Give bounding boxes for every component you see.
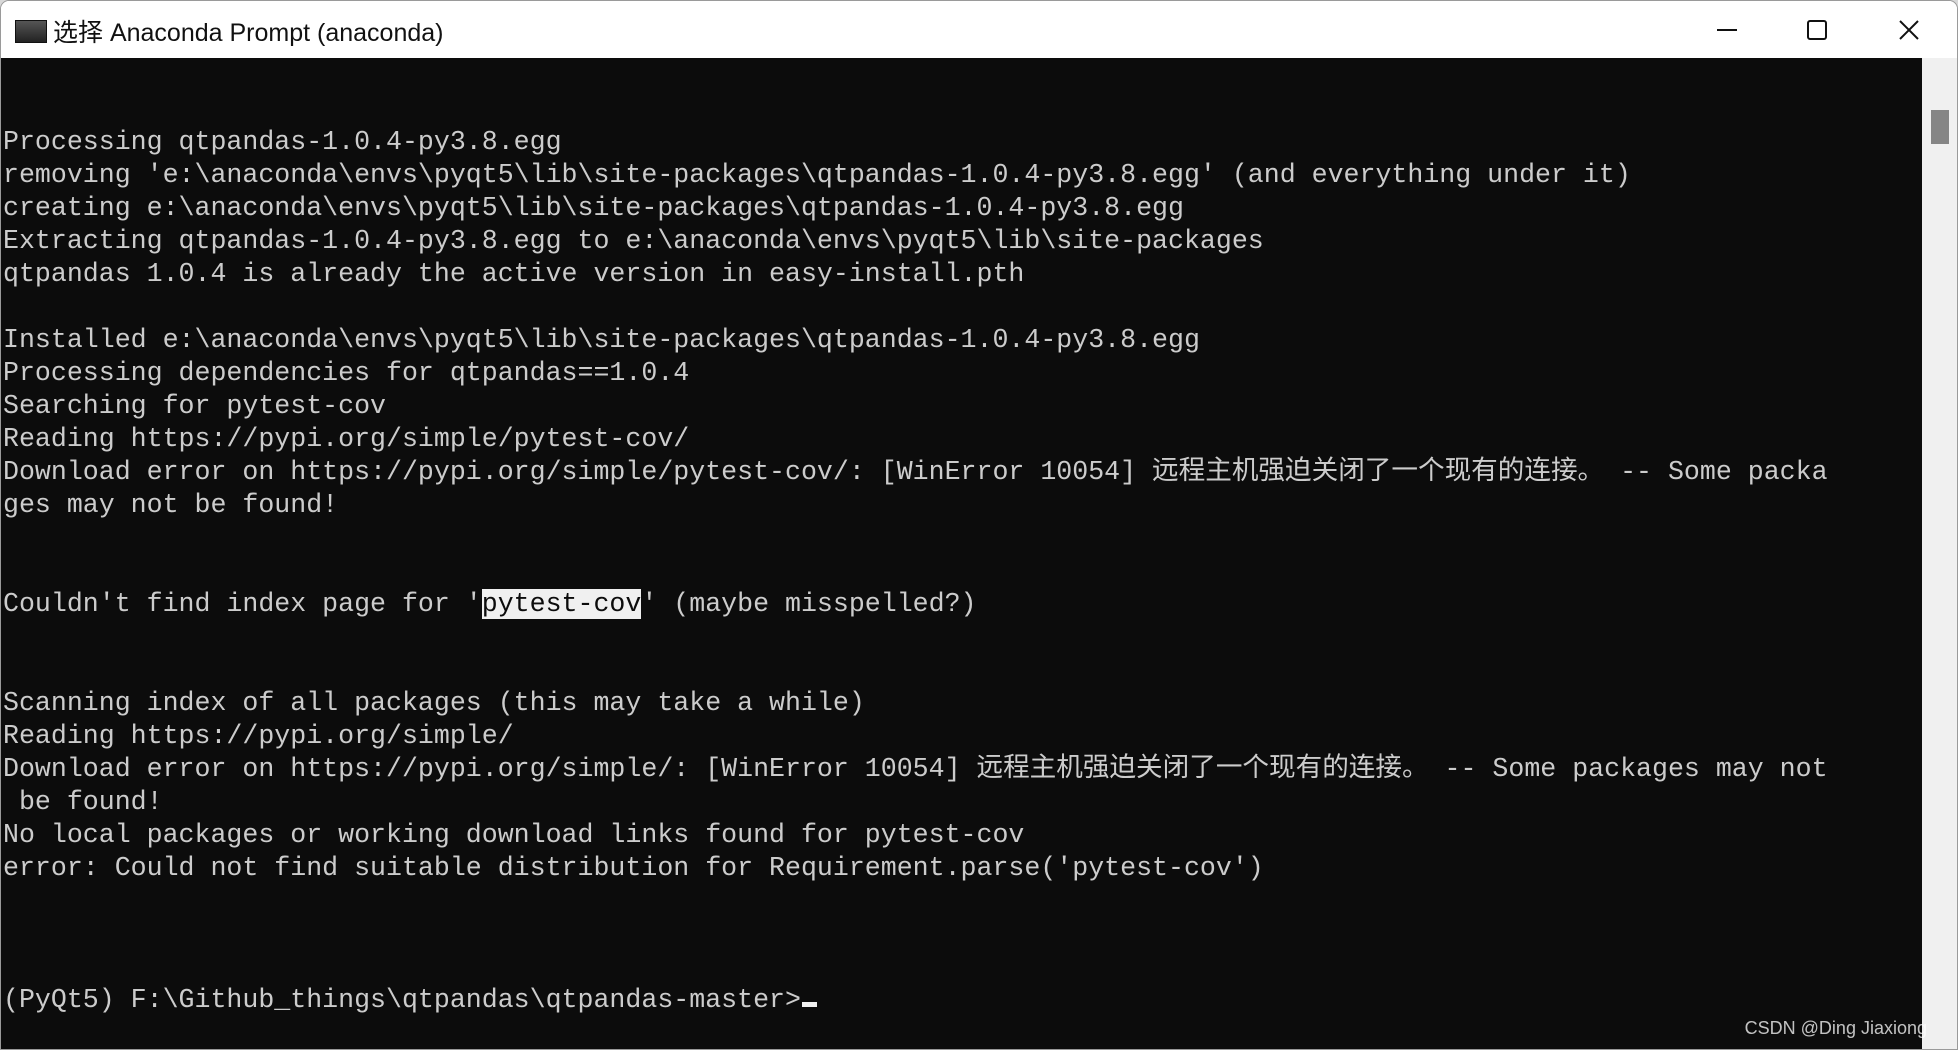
terminal-window: 选择 Anaconda Prompt (anaconda) Processing… bbox=[0, 0, 1958, 1050]
maximize-icon bbox=[1807, 19, 1827, 40]
window-title: 选择 Anaconda Prompt (anaconda) bbox=[53, 19, 444, 47]
text-cursor bbox=[801, 1002, 817, 1007]
title-bar[interactable]: 选择 Anaconda Prompt (anaconda) bbox=[1, 1, 1957, 58]
terminal-line: Download error on https://pypi.org/simpl… bbox=[3, 754, 1828, 784]
terminal-line: Processing qtpandas-1.0.4-py3.8.egg bbox=[3, 127, 562, 157]
terminal-line: Reading https://pypi.org/simple/ bbox=[3, 721, 514, 751]
terminal-line: removing 'e:\anaconda\envs\pyqt5\lib\sit… bbox=[3, 160, 1631, 190]
terminal-line: Searching for pytest-cov bbox=[3, 391, 387, 421]
terminal-line: qtpandas 1.0.4 is already the active ver… bbox=[3, 259, 1025, 289]
line-text: ' (maybe misspelled?) bbox=[641, 589, 977, 619]
vertical-scrollbar[interactable] bbox=[1922, 58, 1957, 1049]
terminal-line: error: Could not find suitable distribut… bbox=[3, 853, 1264, 883]
minimize-button[interactable] bbox=[1681, 1, 1773, 58]
terminal-line: Scanning index of all packages (this may… bbox=[3, 688, 865, 718]
terminal-line: Reading https://pypi.org/simple/pytest-c… bbox=[3, 424, 690, 454]
terminal-line: No local packages or working download li… bbox=[3, 820, 1025, 850]
prompt: (PyQt5) F:\Github_things\qtpandas\qtpand… bbox=[3, 985, 801, 1015]
selected-text[interactable]: pytest-cov bbox=[481, 589, 642, 619]
terminal-line: ges may not be found! bbox=[3, 490, 339, 520]
prompt-line[interactable]: (PyQt5) F:\Github_things\qtpandas\qtpand… bbox=[3, 984, 1828, 1017]
terminal-line: Installed e:\anaconda\envs\pyqt5\lib\sit… bbox=[3, 325, 1200, 355]
line-text: Couldn't find index page for ' bbox=[3, 589, 482, 619]
watermark: CSDN @Ding Jiaxiong bbox=[1744, 1018, 1927, 1038]
scrollbar-thumb[interactable] bbox=[1931, 110, 1949, 144]
terminal-line: creating e:\anaconda\envs\pyqt5\lib\site… bbox=[3, 193, 1184, 223]
minimize-icon bbox=[1717, 28, 1737, 31]
terminal-line: be found! bbox=[3, 787, 163, 817]
terminal-line: Extracting qtpandas-1.0.4-py3.8.egg to e… bbox=[3, 226, 1264, 256]
terminal-line: Download error on https://pypi.org/simpl… bbox=[3, 457, 1828, 487]
close-button[interactable] bbox=[1863, 1, 1955, 58]
terminal-line: Couldn't find index page for 'pytest-cov… bbox=[3, 588, 1828, 621]
close-icon bbox=[1899, 19, 1919, 40]
maximize-button[interactable] bbox=[1771, 1, 1863, 58]
terminal-line: Processing dependencies for qtpandas==1.… bbox=[3, 358, 690, 388]
terminal-icon bbox=[15, 20, 47, 43]
terminal-output[interactable]: Processing qtpandas-1.0.4-py3.8.egg remov… bbox=[1, 58, 1922, 1049]
